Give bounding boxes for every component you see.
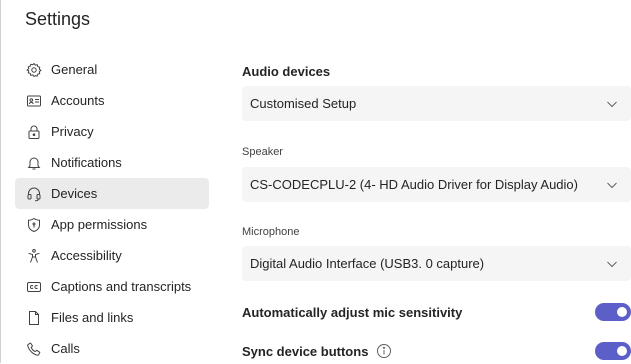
sidebar: General Accounts Privacy Notifications D…: [15, 54, 209, 364]
document-icon: [26, 310, 42, 326]
sidebar-item-files-and-links[interactable]: Files and links: [15, 302, 209, 333]
shield-icon: [26, 217, 42, 233]
toggle-knob: [617, 307, 627, 317]
audio-setup-value: Customised Setup: [250, 96, 357, 111]
sidebar-item-accessibility[interactable]: Accessibility: [15, 240, 209, 271]
speaker-label: Speaker: [242, 146, 283, 158]
gear-icon: [26, 62, 42, 78]
microphone-value: Digital Audio Interface (USB3. 0 capture…: [250, 256, 485, 271]
sidebar-item-label: Calls: [51, 341, 80, 356]
microphone-dropdown[interactable]: Digital Audio Interface (USB3. 0 capture…: [242, 246, 631, 281]
page-title: Settings: [25, 9, 91, 29]
auto-mic-sensitivity-toggle[interactable]: [595, 303, 631, 321]
sidebar-item-label: App permissions: [51, 217, 148, 232]
sync-device-buttons-label: Sync device buttons: [242, 343, 369, 359]
auto-mic-sensitivity-row: Automatically adjust mic sensitivity: [242, 300, 631, 324]
section-title-audio-devices: Audio devices: [242, 64, 331, 79]
chevron-down-icon: [607, 182, 617, 189]
sidebar-item-label: Privacy: [51, 124, 94, 139]
settings-window: Settings General Accounts Privacy Notifi…: [0, 0, 631, 363]
sidebar-item-label: Accounts: [51, 93, 105, 108]
sidebar-item-label: Notifications: [51, 155, 122, 170]
microphone-label: Microphone: [242, 226, 300, 238]
sidebar-item-accounts[interactable]: Accounts: [15, 85, 209, 116]
sidebar-item-notifications[interactable]: Notifications: [15, 147, 209, 178]
sidebar-item-label: General: [51, 62, 98, 77]
sidebar-item-label: Files and links: [51, 310, 134, 325]
sidebar-item-label: Captions and transcripts: [51, 279, 192, 294]
toggle-knob: [617, 346, 627, 356]
sync-device-buttons-toggle[interactable]: [595, 342, 631, 360]
sync-device-buttons-row: Sync device buttons: [242, 339, 631, 363]
chevron-down-icon: [607, 101, 617, 108]
chevron-down-icon: [607, 261, 617, 268]
sidebar-item-general[interactable]: General: [15, 54, 209, 85]
headset-icon: [26, 186, 42, 202]
sidebar-item-calls[interactable]: Calls: [15, 333, 209, 364]
sidebar-item-privacy[interactable]: Privacy: [15, 116, 209, 147]
speaker-value: CS-CODECPLU-2 (4- HD Audio Driver for Di…: [250, 177, 578, 192]
sidebar-item-app-permissions[interactable]: App permissions: [15, 209, 209, 240]
devices-panel: Audio devices Customised Setup Speaker C…: [242, 0, 631, 363]
audio-setup-dropdown[interactable]: Customised Setup: [242, 86, 631, 121]
auto-mic-sensitivity-label: Automatically adjust mic sensitivity: [242, 304, 463, 320]
bell-icon: [26, 155, 42, 171]
phone-icon: [26, 341, 42, 357]
sidebar-item-captions[interactable]: Captions and transcripts: [15, 271, 209, 302]
closed-captions-icon: [26, 279, 42, 295]
sidebar-item-label: Devices: [51, 186, 98, 201]
speaker-dropdown[interactable]: CS-CODECPLU-2 (4- HD Audio Driver for Di…: [242, 167, 631, 202]
sidebar-item-devices[interactable]: Devices: [15, 178, 209, 209]
accessibility-icon: [26, 248, 42, 264]
sidebar-item-label: Accessibility: [51, 248, 122, 263]
info-icon[interactable]: [376, 343, 392, 359]
lock-icon: [26, 124, 42, 140]
id-card-icon: [26, 93, 42, 109]
